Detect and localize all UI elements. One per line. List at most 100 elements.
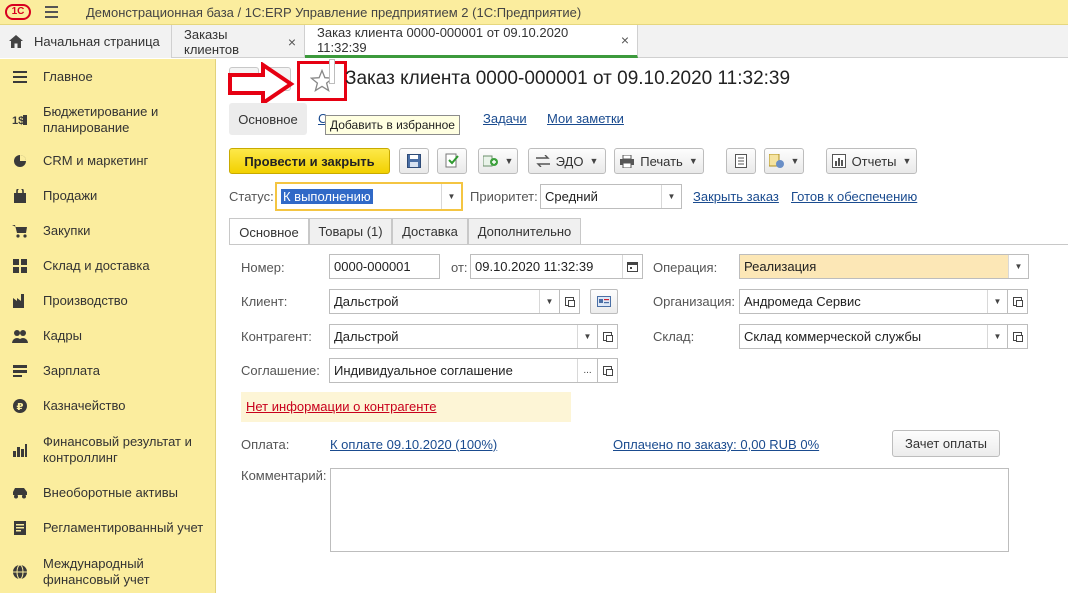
paid-by-order-link[interactable]: Оплачено по заказу: 0,00 RUB 0% xyxy=(613,437,819,452)
save-button[interactable] xyxy=(399,148,429,174)
number-field[interactable]: 0000-000001 xyxy=(329,254,440,279)
sidebar-item-purchases[interactable]: Закупки xyxy=(0,223,216,239)
agreement-label: Соглашение: xyxy=(241,363,320,378)
client-field[interactable]: Дальстрой ▼ xyxy=(329,289,560,314)
agreement-field[interactable]: Индивидуальное соглашение ... xyxy=(329,358,598,383)
open-icon xyxy=(603,332,613,342)
tab-orders-list[interactable]: Заказы клиентов × xyxy=(172,25,305,58)
tab-order-document[interactable]: Заказ клиента 0000-000001 от 09.10.2020 … xyxy=(305,25,638,58)
sidebar-item-warehouse[interactable]: Склад и доставка xyxy=(0,258,216,274)
close-order-link[interactable]: Закрыть заказ xyxy=(693,189,779,204)
chevron-down-icon[interactable]: ▼ xyxy=(539,290,559,313)
status-value: К выполнению xyxy=(281,189,373,204)
tab-home[interactable]: Начальная страница xyxy=(0,25,172,58)
open-contractor-button[interactable] xyxy=(598,324,618,349)
warehouse-label: Склад: xyxy=(653,329,695,344)
tab-goods[interactable]: Товары (1) xyxy=(309,218,392,244)
subtab-tasks[interactable]: Задачи xyxy=(483,111,527,126)
sidebar: Главное 1$ Бюджетирование и планирование… xyxy=(0,59,216,593)
logo-text: 1С xyxy=(5,4,31,20)
sidebar-item-treasury[interactable]: ₽ Казначейство xyxy=(0,398,216,414)
subtab-my-notes[interactable]: Мои заметки xyxy=(547,111,624,126)
warehouse-field[interactable]: Склад коммерческой службы ▼ xyxy=(739,324,1008,349)
add-to-favorites-button[interactable] xyxy=(297,61,347,101)
svg-text:1$: 1$ xyxy=(12,115,24,127)
payment-due-link[interactable]: К оплате 09.10.2020 (100%) xyxy=(330,437,497,452)
sidebar-item-regulated[interactable]: Регламентированный учет xyxy=(0,520,216,536)
date-from-label: от: xyxy=(451,260,468,275)
reports-button[interactable]: Отчеты ▼ xyxy=(826,148,917,174)
calendar-icon[interactable] xyxy=(622,255,642,278)
select-button[interactable]: ... xyxy=(577,359,597,382)
sidebar-item-fixed-assets[interactable]: Внеоборотные активы xyxy=(0,485,216,501)
open-organization-button[interactable] xyxy=(1008,289,1028,314)
document-form: Заказ клиента 0000-000001 от 09.10.2020 … xyxy=(217,59,1068,593)
sidebar-item-label: Продажи xyxy=(43,188,98,203)
menu-lines-icon xyxy=(12,69,28,85)
create-based-on-button[interactable]: ▼ xyxy=(478,148,518,174)
tab-delivery[interactable]: Доставка xyxy=(392,218,468,244)
people-icon xyxy=(12,328,28,344)
home-icon xyxy=(8,34,24,50)
attachments-icon xyxy=(768,154,784,168)
organization-field[interactable]: Андромеда Сервис ▼ xyxy=(739,289,1008,314)
sidebar-item-main[interactable]: Главное xyxy=(0,69,216,85)
payment-offset-button[interactable]: Зачет оплаты xyxy=(892,430,1000,457)
sidebar-item-hr[interactable]: Кадры xyxy=(0,328,216,344)
no-contractor-info-link[interactable]: Нет информации о контрагенте xyxy=(246,399,437,414)
sidebar-item-crm[interactable]: CRM и маркетинг xyxy=(0,153,216,169)
chevron-down-icon[interactable]: ▼ xyxy=(577,325,597,348)
open-client-button[interactable] xyxy=(560,289,580,314)
comment-textarea[interactable] xyxy=(330,468,1009,552)
priority-select[interactable]: Средний ▼ xyxy=(540,184,682,209)
client-value: Дальстрой xyxy=(334,294,399,309)
sidebar-item-sales[interactable]: Продажи xyxy=(0,188,216,204)
chevron-down-icon[interactable]: ▼ xyxy=(987,290,1007,313)
sidebar-item-label: Закупки xyxy=(43,223,91,238)
ready-supply-link[interactable]: Готов к обеспечению xyxy=(791,189,917,204)
open-icon xyxy=(565,297,575,307)
app-logo[interactable]: 1С xyxy=(0,0,36,25)
title-bar: 1С Демонстрационная база / 1С:ERP Управл… xyxy=(0,0,1068,25)
subtab-main[interactable]: Основное xyxy=(229,103,307,135)
shopping-bag-icon xyxy=(12,188,28,204)
contractor-field[interactable]: Дальстрой ▼ xyxy=(329,324,598,349)
payroll-icon xyxy=(12,363,28,379)
chevron-down-icon[interactable]: ▼ xyxy=(987,325,1007,348)
hamburger-menu-icon[interactable] xyxy=(36,0,66,25)
contractor-value: Дальстрой xyxy=(334,329,399,344)
client-card-button[interactable] xyxy=(590,289,618,314)
sidebar-item-payroll[interactable]: Зарплата xyxy=(0,363,216,379)
chevron-down-icon[interactable]: ▼ xyxy=(1008,255,1028,278)
print-button[interactable]: Печать ▼ xyxy=(614,148,704,174)
sidebar-item-international[interactable]: Международный финансовый учет xyxy=(0,555,216,589)
sidebar-item-label: CRM и маркетинг xyxy=(43,153,149,168)
open-agreement-button[interactable] xyxy=(598,358,618,383)
operation-select[interactable]: Реализация ▼ xyxy=(739,254,1029,279)
attachments-button[interactable]: ▼ xyxy=(764,148,804,174)
sidebar-item-label: Регламентированный учет xyxy=(43,520,204,535)
contractor-label: Контрагент: xyxy=(241,329,312,344)
open-icon xyxy=(603,366,613,376)
sidebar-item-finresult[interactable]: Финансовый результат и контроллинг xyxy=(0,433,216,467)
close-icon[interactable]: × xyxy=(621,32,629,48)
tab-additional[interactable]: Дополнительно xyxy=(468,218,581,244)
open-warehouse-button[interactable] xyxy=(1008,324,1028,349)
date-field[interactable]: 09.10.2020 11:32:39 xyxy=(470,254,643,279)
chevron-down-icon[interactable]: ▼ xyxy=(441,184,461,209)
status-select[interactable]: К выполнению ▼ xyxy=(275,182,463,211)
edo-button[interactable]: ЭДО ▼ xyxy=(528,148,606,174)
tab-main[interactable]: Основное xyxy=(229,218,309,245)
close-icon[interactable]: × xyxy=(288,34,296,50)
sidebar-item-budget[interactable]: 1$ Бюджетирование и планирование xyxy=(0,103,216,137)
ruble-coin-icon: ₽ xyxy=(12,398,28,414)
post-and-close-button[interactable]: Провести и закрыть xyxy=(229,148,390,174)
warehouse-grid-icon xyxy=(12,258,28,274)
structure-button[interactable] xyxy=(726,148,756,174)
date-value: 09.10.2020 11:32:39 xyxy=(475,259,594,274)
post-button[interactable] xyxy=(437,148,467,174)
number-label: Номер: xyxy=(241,260,285,275)
organization-label: Организация: xyxy=(653,294,736,309)
chevron-down-icon[interactable]: ▼ xyxy=(661,185,681,208)
sidebar-item-production[interactable]: Производство xyxy=(0,293,216,309)
